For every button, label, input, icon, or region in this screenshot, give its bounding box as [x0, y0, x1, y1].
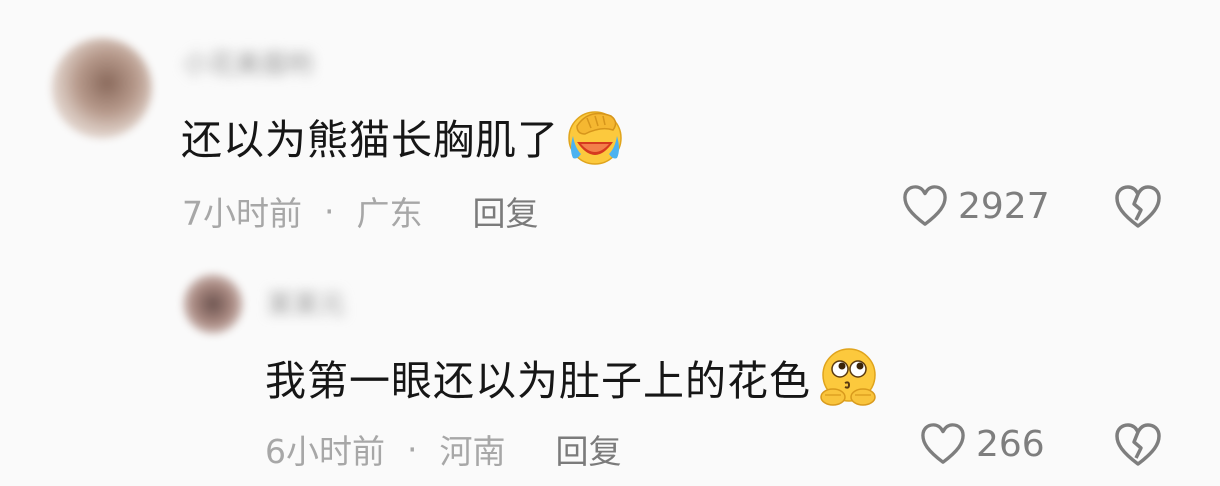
- thinking-hands-emoji-icon: [820, 348, 876, 406]
- comment-text: 还以为熊猫长胸肌了: [181, 104, 627, 168]
- comment-text-body: 还以为熊猫长胸肌了: [181, 116, 559, 164]
- heart-icon: [903, 185, 947, 226]
- comment-time: 6小时前: [265, 432, 385, 471]
- broken-heart-icon[interactable]: [1114, 422, 1162, 468]
- separator-dot: ·: [324, 191, 335, 231]
- avatar[interactable]: [183, 274, 243, 334]
- heart-icon: [921, 423, 965, 464]
- reply-button[interactable]: 回复: [556, 425, 622, 473]
- comment-location: 河南: [439, 432, 506, 471]
- comment-meta: 6小时前 · 河南 回复: [265, 425, 622, 473]
- comment-meta: 7小时前 · 广东 回复: [182, 187, 539, 235]
- avatar[interactable]: [52, 38, 152, 138]
- reply-button[interactable]: 回复: [473, 187, 539, 235]
- comment-text-body: 我第一眼还以为肚子上的花色: [265, 357, 811, 405]
- comment-location: 广东: [356, 194, 423, 233]
- comment-time: 7小时前: [182, 194, 302, 233]
- laughing-crying-facepalm-emoji-icon: [568, 111, 622, 165]
- username[interactable]: 某某元: [267, 284, 345, 321]
- comment-text: 我第一眼还以为肚子上的花色: [265, 345, 879, 409]
- like-button[interactable]: 266: [920, 422, 1045, 466]
- username[interactable]: 小花美眉哟: [183, 44, 313, 81]
- like-count: 2927: [958, 185, 1050, 227]
- broken-heart-icon[interactable]: [1114, 184, 1162, 230]
- like-button[interactable]: 2927: [902, 184, 1050, 228]
- like-count: 266: [976, 423, 1045, 465]
- separator-dot: ·: [407, 429, 418, 469]
